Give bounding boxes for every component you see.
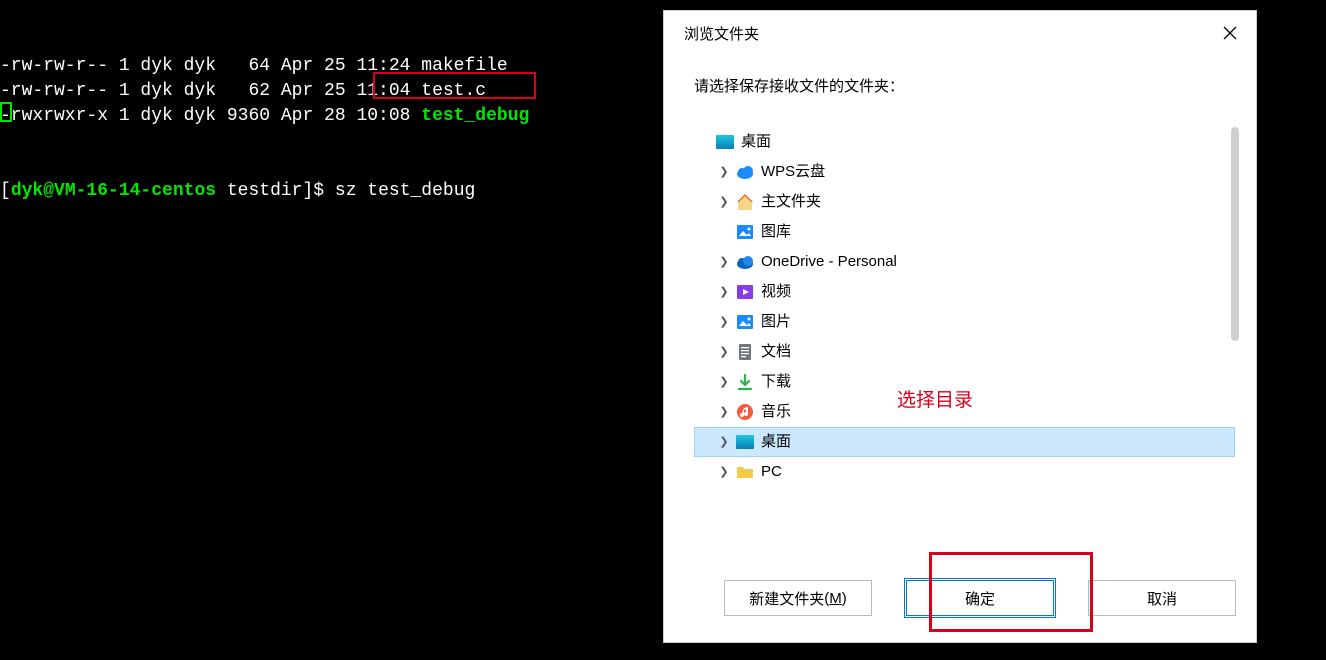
terminal[interactable]: -rw-rw-r-- 1 dyk dyk 64 Apr 25 11:24 mak… (0, 0, 662, 660)
terminal-cursor (0, 102, 12, 122)
music-icon (735, 402, 755, 422)
dialog-buttons: 新建文件夹(M) 确定 取消 (664, 556, 1256, 642)
tree-item[interactable]: ❯ 主文件夹 (695, 187, 1235, 217)
dialog-titlebar: 浏览文件夹 (664, 11, 1256, 55)
video-icon (735, 282, 755, 302)
picture-icon (735, 312, 755, 332)
dialog-title: 浏览文件夹 (684, 23, 759, 44)
chevron-right-icon[interactable]: ❯ (717, 367, 731, 397)
document-icon (735, 342, 755, 362)
chevron-right-icon[interactable]: ❯ (717, 277, 731, 307)
terminal-line: -rw-rw-r-- 1 dyk dyk 64 Apr 25 11:24 mak… (0, 54, 662, 79)
tree-item-label: PC (761, 457, 782, 487)
tree-item-label: 音乐 (761, 397, 791, 427)
desktop-icon (715, 132, 735, 152)
desktop-icon (735, 432, 755, 452)
terminal-line: -rw-rw-r-- 1 dyk dyk 62 Apr 25 11:04 tes… (0, 79, 662, 104)
tree-item-label: OneDrive - Personal (761, 247, 897, 277)
terminal-prompt-line: [dyk@VM-16-14-centos testdir]$ sz test_d… (0, 179, 662, 204)
tree-item-label: 下载 (761, 367, 791, 397)
tree-item[interactable]: ❯ PC (695, 457, 1235, 487)
new-folder-button[interactable]: 新建文件夹(M) (724, 580, 872, 616)
tree-item-label: 图片 (761, 307, 791, 337)
folder-tree[interactable]: ❯桌面❯WPS云盘❯主文件夹❯图库❯OneDrive - Personal❯视频… (694, 126, 1236, 556)
tree-item[interactable]: ❯ OneDrive - Personal (695, 247, 1235, 277)
terminal-line: -rwxrwxr-x 1 dyk dyk 9360 Apr 28 10:08 t… (0, 104, 662, 129)
chevron-right-icon[interactable]: ❯ (717, 427, 731, 457)
tree-item-label: 文档 (761, 337, 791, 367)
tree-root[interactable]: ❯桌面 (695, 127, 1235, 157)
scrollbar[interactable] (1231, 127, 1239, 341)
tree-item-label: 主文件夹 (761, 187, 821, 217)
chevron-right-icon[interactable]: ❯ (717, 337, 731, 367)
chevron-right-icon[interactable]: ❯ (717, 247, 731, 277)
chevron-right-icon[interactable]: ❯ (717, 397, 731, 427)
cancel-button[interactable]: 取消 (1088, 580, 1236, 616)
ok-button[interactable]: 确定 (906, 580, 1054, 616)
chevron-right-icon[interactable]: ❯ (717, 157, 731, 187)
folder-icon (735, 462, 755, 482)
tree-item[interactable]: ❯ 视频 (695, 277, 1235, 307)
chevron-right-icon[interactable]: ❯ (717, 457, 731, 487)
close-icon (1223, 26, 1237, 40)
home-icon (735, 192, 755, 212)
cloud-blue-icon (735, 162, 755, 182)
tree-item-label: 视频 (761, 277, 791, 307)
chevron-right-icon[interactable]: ❯ (717, 307, 731, 337)
tree-item[interactable]: ❯ 桌面 (694, 427, 1235, 457)
tree-item[interactable]: ❯ 文档 (695, 337, 1235, 367)
dialog-prompt: 请选择保存接收文件的文件夹： (694, 75, 1236, 96)
gallery-icon (735, 222, 755, 242)
close-button[interactable] (1204, 11, 1256, 55)
cloud-onedrive-icon (735, 252, 755, 272)
tree-item-label: WPS云盘 (761, 157, 825, 187)
tree-item-label: 桌面 (761, 427, 791, 457)
tree-item-label: 桌面 (741, 127, 771, 157)
chevron-right-icon[interactable]: ❯ (717, 187, 731, 217)
tree-item[interactable]: ❯ 图片 (695, 307, 1235, 337)
download-icon (735, 372, 755, 392)
browse-folder-dialog: 浏览文件夹 请选择保存接收文件的文件夹： ❯桌面❯WPS云盘❯主文件夹❯图库❯O… (663, 10, 1257, 643)
tree-item-label: 图库 (761, 217, 791, 247)
tree-item[interactable]: ❯ WPS云盘 (695, 157, 1235, 187)
annotation-select-dir: 选择目录 (897, 385, 973, 412)
tree-item[interactable]: ❯图库 (695, 217, 1235, 247)
